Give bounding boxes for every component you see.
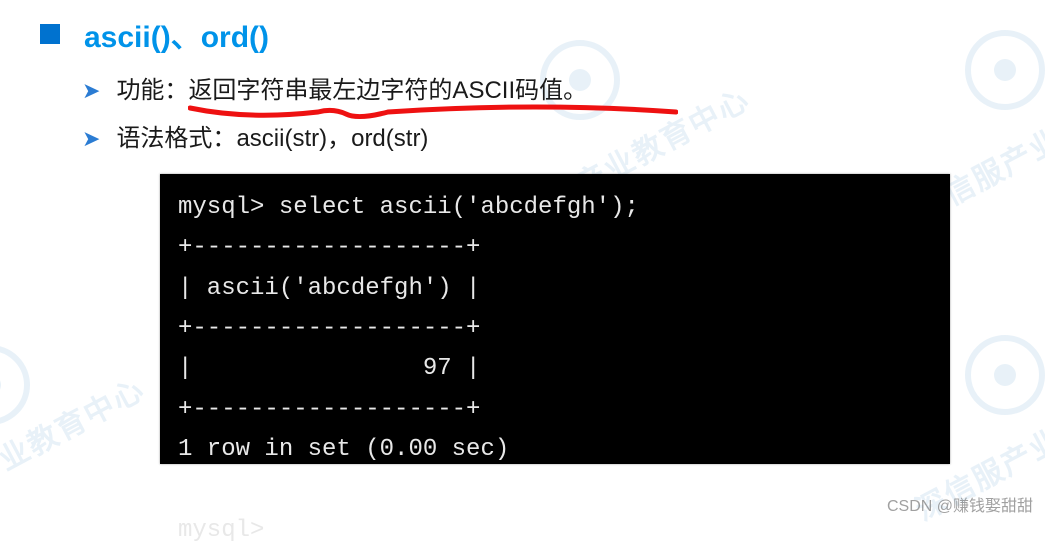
- square-bullet-icon: [40, 24, 60, 44]
- bullet-syntax-desc: ascii(str)，ord(str): [236, 125, 428, 152]
- bullet-function-desc: 返回字符串最左边字符的ASCII码值。: [188, 77, 587, 104]
- bullet-syntax: ➤ 语法格式：ascii(str)，ord(str): [82, 122, 1045, 156]
- terminal-output: mysql> select ascii('abcdefgh'); +------…: [160, 174, 950, 464]
- terminal-line-4: +-------------------+: [178, 315, 480, 342]
- arrow-bullet-icon: ➤: [82, 74, 100, 108]
- bullet-syntax-label: 语法格式：: [116, 125, 236, 152]
- terminal-line-6: +-------------------+: [178, 396, 480, 423]
- arrow-bullet-icon: ➤: [82, 122, 100, 156]
- terminal-line-9: mysql>: [178, 517, 264, 544]
- bullet-function-text: 功能：返回字符串最左边字符的ASCII码值。: [116, 74, 587, 108]
- terminal-line-2: +-------------------+: [178, 234, 480, 261]
- slide-content: ascii()、ord() ➤ 功能：返回字符串最左边字符的ASCII码值。 ➤…: [0, 0, 1045, 464]
- bullet-function-label: 功能：: [116, 77, 188, 104]
- terminal-line-5: | 97 |: [178, 355, 480, 382]
- heading-text: ascii()、ord(): [84, 12, 269, 56]
- heading-row: ascii()、ord(): [40, 12, 1045, 56]
- terminal-line-3: | ascii('abcdefgh') |: [178, 275, 480, 302]
- bullet-syntax-text: 语法格式：ascii(str)，ord(str): [116, 122, 428, 156]
- bullet-function: ➤ 功能：返回字符串最左边字符的ASCII码值。: [82, 74, 1045, 108]
- terminal-line-7: 1 row in set (0.00 sec): [178, 436, 509, 463]
- csdn-watermark: CSDN @赚钱娶甜甜: [887, 492, 1033, 516]
- terminal-line-1: mysql> select ascii('abcdefgh');: [178, 194, 639, 221]
